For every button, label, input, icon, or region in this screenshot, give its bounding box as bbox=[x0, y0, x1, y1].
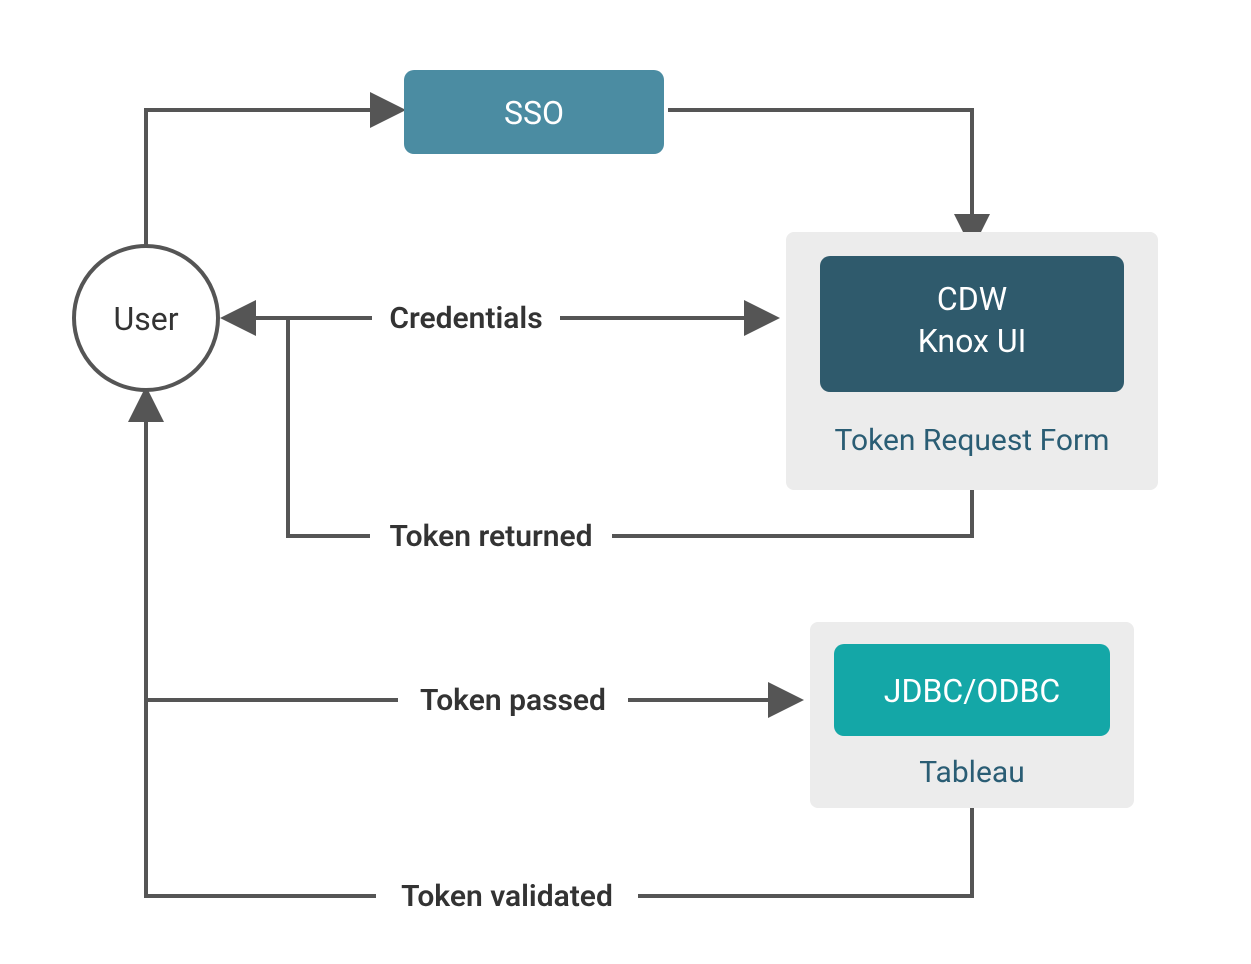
panel-tableau-caption: Tableau bbox=[919, 755, 1024, 790]
node-jdbc-odbc-label: JDBC/ODBC bbox=[884, 672, 1060, 710]
edge-token-passed-label: Token passed bbox=[420, 683, 606, 718]
edge-token-validated-label: Token validated bbox=[401, 879, 613, 914]
edge-credentials-label: Credentials bbox=[389, 301, 542, 336]
panel-token-request-form-caption: Token Request Form bbox=[835, 423, 1110, 458]
node-user-label: User bbox=[113, 300, 178, 338]
edge-sso-to-knox bbox=[668, 110, 972, 244]
node-knox-ui-label-line2: Knox UI bbox=[918, 322, 1027, 360]
node-knox-ui-label-line1: CDW bbox=[937, 280, 1007, 318]
edge-token-returned-label: Token returned bbox=[389, 519, 592, 554]
node-sso-label: SSO bbox=[504, 94, 564, 132]
edge-user-to-sso bbox=[146, 110, 400, 254]
auth-flow-diagram: Credentials Token returned Token passed … bbox=[0, 0, 1251, 964]
